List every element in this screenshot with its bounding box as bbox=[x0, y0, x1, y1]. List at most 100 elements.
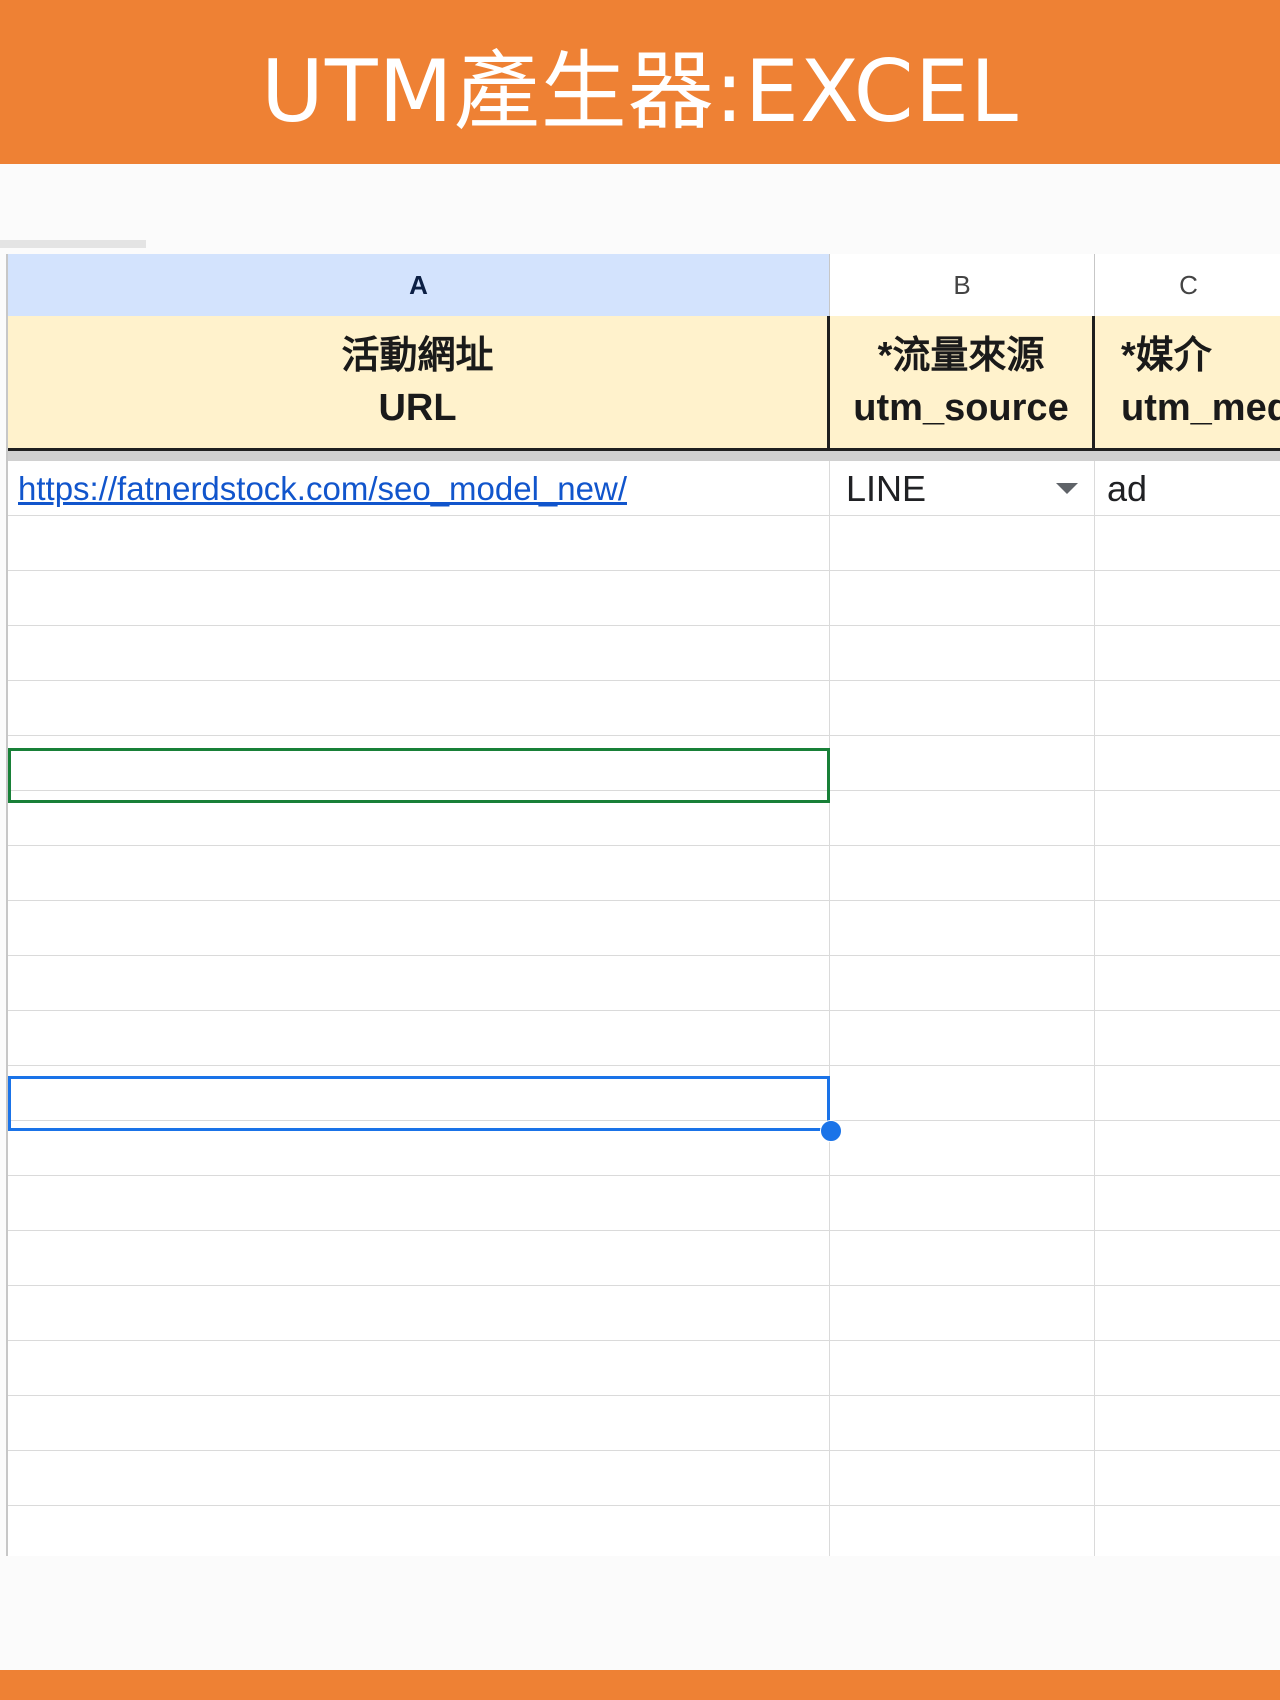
cell-b[interactable] bbox=[830, 1396, 1095, 1451]
table-row bbox=[8, 681, 1280, 736]
title-banner: UTM產生器:EXCEL bbox=[0, 0, 1280, 164]
cell-c[interactable] bbox=[1095, 1341, 1280, 1396]
url-link[interactable]: https://fatnerdstock.com/seo_model_new/ bbox=[18, 470, 627, 508]
spreadsheet-grid[interactable]: A B C 活動網址 URL *流量來源 utm_source *媒介 utm_… bbox=[6, 254, 1280, 1556]
column-header-c[interactable]: C bbox=[1095, 254, 1280, 316]
active-cell-outline[interactable] bbox=[8, 748, 830, 803]
cell-b-source-dropdown[interactable]: LINE bbox=[830, 461, 1095, 516]
fill-handle[interactable] bbox=[820, 1120, 842, 1142]
header-url-en: URL bbox=[378, 387, 457, 429]
cell-a[interactable] bbox=[8, 901, 830, 956]
cell-a[interactable] bbox=[8, 1176, 830, 1231]
cell-b[interactable] bbox=[830, 956, 1095, 1011]
cell-b[interactable] bbox=[830, 1176, 1095, 1231]
table-row bbox=[8, 1506, 1280, 1556]
column-header-b[interactable]: B bbox=[830, 254, 1095, 316]
cell-b[interactable] bbox=[830, 736, 1095, 791]
cell-c[interactable] bbox=[1095, 681, 1280, 736]
cell-c[interactable] bbox=[1095, 1011, 1280, 1066]
column-header-a[interactable]: A bbox=[8, 254, 830, 316]
header-cell-source[interactable]: *流量來源 utm_source bbox=[830, 316, 1095, 448]
cell-b[interactable] bbox=[830, 1506, 1095, 1556]
header-row: 活動網址 URL *流量來源 utm_source *媒介 utm_medium bbox=[8, 316, 1280, 451]
cell-a[interactable] bbox=[8, 1231, 830, 1286]
medium-value: ad bbox=[1107, 467, 1148, 509]
header-source-zh: *流量來源 bbox=[877, 335, 1045, 377]
cell-c[interactable] bbox=[1095, 1176, 1280, 1231]
cell-a[interactable] bbox=[8, 1341, 830, 1396]
table-row bbox=[8, 1341, 1280, 1396]
cell-b[interactable] bbox=[830, 1341, 1095, 1396]
cell-a[interactable] bbox=[8, 1011, 830, 1066]
cell-c[interactable] bbox=[1095, 1121, 1280, 1176]
cell-a[interactable] bbox=[8, 1396, 830, 1451]
cell-b[interactable] bbox=[830, 571, 1095, 626]
cell-a[interactable] bbox=[8, 626, 830, 681]
cell-c[interactable] bbox=[1095, 1396, 1280, 1451]
cell-c[interactable] bbox=[1095, 1506, 1280, 1556]
header-url-zh: 活動網址 bbox=[341, 335, 494, 377]
cell-c[interactable] bbox=[1095, 1451, 1280, 1506]
cell-a[interactable] bbox=[8, 681, 830, 736]
range-selection-outline[interactable] bbox=[8, 1076, 830, 1131]
cell-c[interactable] bbox=[1095, 626, 1280, 681]
cell-a[interactable] bbox=[8, 516, 830, 571]
header-cell-url[interactable]: 活動網址 URL bbox=[8, 316, 830, 448]
cell-a[interactable] bbox=[8, 571, 830, 626]
cell-b[interactable] bbox=[830, 1121, 1095, 1176]
header-cell-medium[interactable]: *媒介 utm_medium bbox=[1095, 316, 1280, 448]
cell-a[interactable] bbox=[8, 1451, 830, 1506]
cell-b[interactable] bbox=[830, 1066, 1095, 1121]
cell-a-url[interactable]: https://fatnerdstock.com/seo_model_new/ bbox=[8, 461, 830, 516]
table-row bbox=[8, 1451, 1280, 1506]
cell-b[interactable] bbox=[830, 1286, 1095, 1341]
header-source-en: utm_source bbox=[853, 387, 1069, 429]
cell-b[interactable] bbox=[830, 791, 1095, 846]
cell-a[interactable] bbox=[8, 1506, 830, 1556]
cell-a[interactable] bbox=[8, 1286, 830, 1341]
frozen-row-divider[interactable] bbox=[8, 451, 1280, 461]
header-medium-en: utm_medium bbox=[1121, 387, 1280, 429]
table-row bbox=[8, 1286, 1280, 1341]
table-row bbox=[8, 1396, 1280, 1451]
column-header-bar: A B C bbox=[8, 254, 1280, 317]
table-row bbox=[8, 901, 1280, 956]
cell-c[interactable] bbox=[1095, 516, 1280, 571]
cell-c[interactable] bbox=[1095, 736, 1280, 791]
table-row bbox=[8, 1011, 1280, 1066]
cell-c[interactable] bbox=[1095, 571, 1280, 626]
source-value: LINE bbox=[846, 467, 927, 509]
data-rows: https://fatnerdstock.com/seo_model_new/ … bbox=[8, 461, 1280, 1556]
cell-b[interactable] bbox=[830, 1011, 1095, 1066]
cell-c[interactable] bbox=[1095, 791, 1280, 846]
cell-b[interactable] bbox=[830, 516, 1095, 571]
bottom-accent-bar bbox=[0, 1670, 1280, 1700]
cell-c[interactable] bbox=[1095, 956, 1280, 1011]
cell-a[interactable] bbox=[8, 846, 830, 901]
dropdown-arrow-icon[interactable] bbox=[1056, 483, 1078, 494]
table-row bbox=[8, 956, 1280, 1011]
sheet-top-edge bbox=[0, 240, 146, 248]
table-row bbox=[8, 1176, 1280, 1231]
cell-b[interactable] bbox=[830, 846, 1095, 901]
cell-c[interactable] bbox=[1095, 1231, 1280, 1286]
banner-title: UTM產生器:EXCEL bbox=[261, 41, 1019, 142]
table-row bbox=[8, 1231, 1280, 1286]
cell-b[interactable] bbox=[830, 1451, 1095, 1506]
table-row: https://fatnerdstock.com/seo_model_new/ … bbox=[8, 461, 1280, 516]
cell-b[interactable] bbox=[830, 1231, 1095, 1286]
header-medium-zh: *媒介 bbox=[1121, 335, 1212, 377]
spreadsheet: A B C 活動網址 URL *流量來源 utm_source *媒介 utm_… bbox=[0, 240, 1280, 1556]
cell-a[interactable] bbox=[8, 956, 830, 1011]
table-row bbox=[8, 626, 1280, 681]
cell-c[interactable] bbox=[1095, 1066, 1280, 1121]
cell-b[interactable] bbox=[830, 681, 1095, 736]
cell-c-medium[interactable]: ad bbox=[1095, 461, 1280, 516]
cell-b[interactable] bbox=[830, 626, 1095, 681]
table-row bbox=[8, 571, 1280, 626]
table-row bbox=[8, 846, 1280, 901]
cell-b[interactable] bbox=[830, 901, 1095, 956]
cell-c[interactable] bbox=[1095, 901, 1280, 956]
cell-c[interactable] bbox=[1095, 1286, 1280, 1341]
cell-c[interactable] bbox=[1095, 846, 1280, 901]
